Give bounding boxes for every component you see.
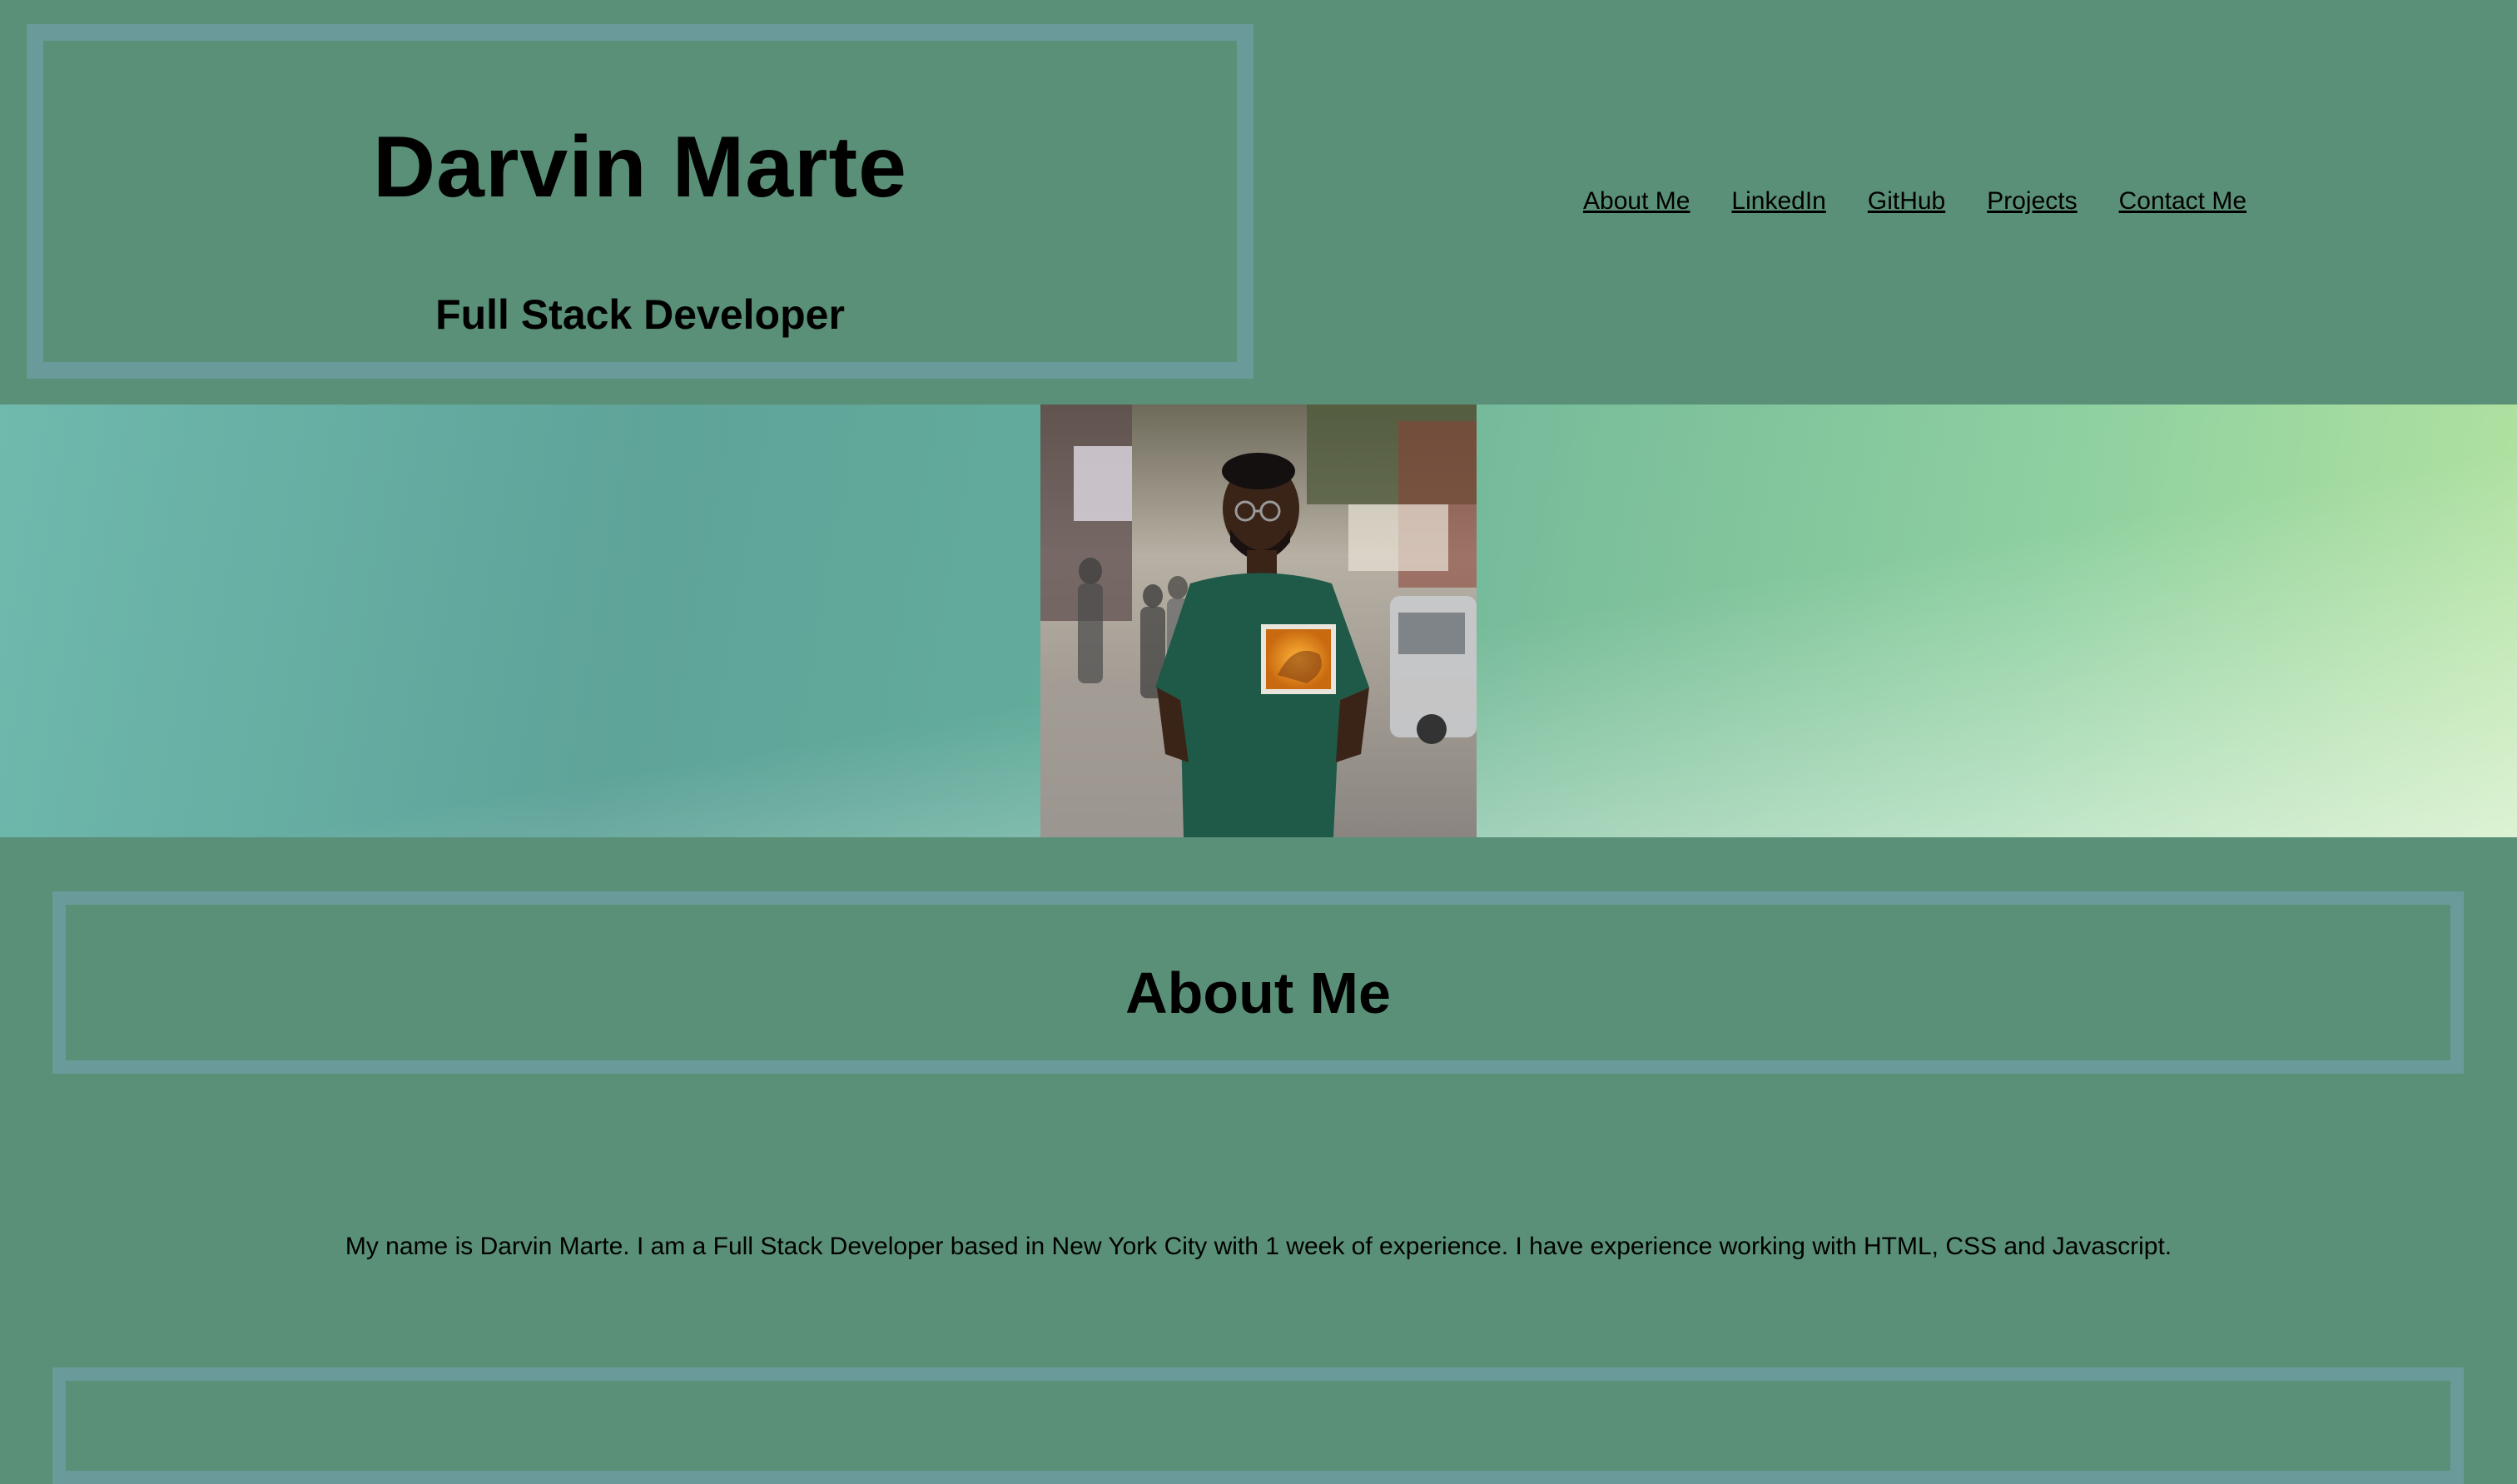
about-title-box: About Me <box>52 891 2464 1074</box>
nav-link-linkedin[interactable]: LinkedIn <box>1731 185 1825 218</box>
site-subtitle: Full Stack Developer <box>435 291 845 338</box>
about-title: About Me <box>1125 960 1391 1025</box>
hero-banner <box>0 405 2517 837</box>
site-title: Darvin Marte <box>373 119 907 216</box>
main-nav: About Me LinkedIn GitHub Projects Contac… <box>1583 185 2246 218</box>
header-title-box: Darvin Marte Full Stack Developer <box>27 24 1254 379</box>
nav-link-projects[interactable]: Projects <box>1987 185 2077 218</box>
profile-photo <box>1040 405 1477 837</box>
nav-link-contact-me[interactable]: Contact Me <box>2119 185 2246 218</box>
next-section-box <box>52 1367 2464 1484</box>
nav-link-about-me[interactable]: About Me <box>1583 185 1690 218</box>
about-description: My name is Darvin Marte. I am a Full Sta… <box>345 1233 2172 1260</box>
nav-link-github[interactable]: GitHub <box>1868 185 1945 218</box>
